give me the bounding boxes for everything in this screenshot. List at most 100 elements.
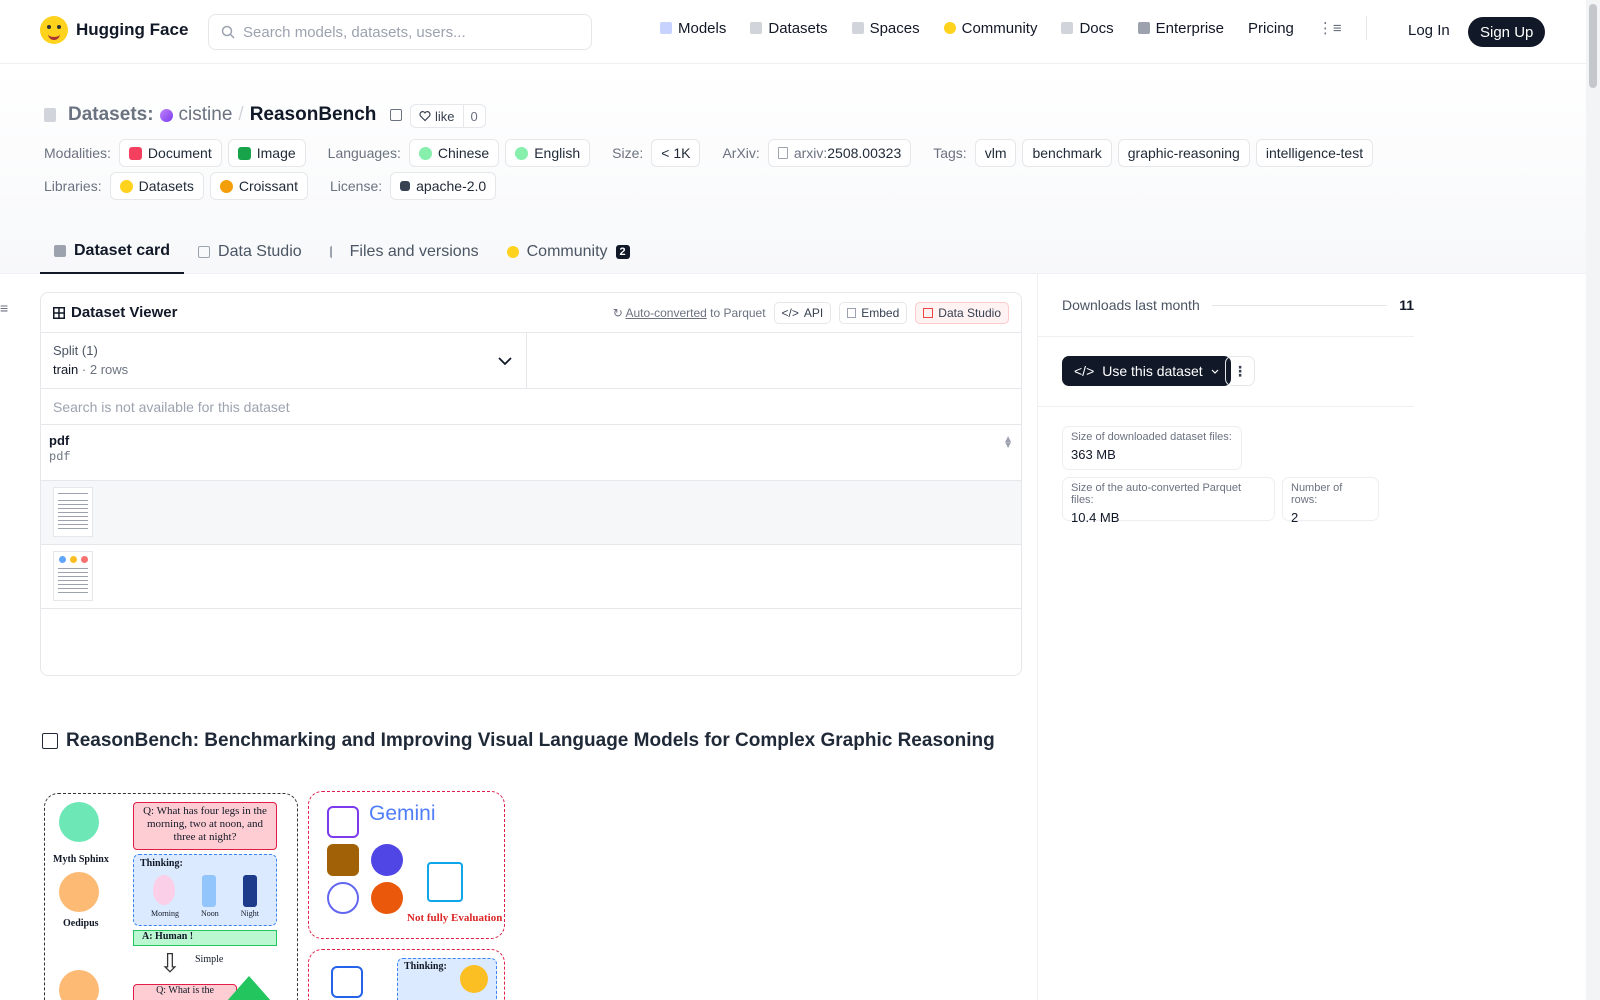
thinking-box-2: Thinking: [397,958,497,1000]
tab-data-studio-label: Data Studio [218,243,302,260]
copy-icon[interactable] [390,109,403,121]
use-this-dataset-button[interactable]: </> Use this dataset [1062,356,1231,386]
tab-data-studio[interactable]: Data Studio [184,230,316,274]
teaser-figure-bottom: Thinking: [308,949,505,1000]
table-row[interactable] [41,545,1021,609]
tab-files-versions-label: Files and versions [349,243,479,260]
page-scrollbar[interactable] [1586,0,1600,1000]
more-menu-icon[interactable]: ⋮≡ [1318,19,1342,37]
top-navbar: Hugging Face Search models, datasets, us… [0,0,1586,64]
login-link[interactable]: Log In [1408,22,1450,39]
language-english[interactable]: English [505,139,591,167]
tab-dataset-card[interactable]: Dataset card [40,230,185,274]
viewer-header: Dataset Viewer ↻ Auto-converted to Parqu… [41,293,1021,333]
modality-document[interactable]: Document [118,139,222,167]
modality-image[interactable]: Image [227,139,306,167]
split-value: train · 2 rows [53,362,514,377]
toc-toggle-icon[interactable]: ≡ [0,300,8,316]
repo-name[interactable]: ReasonBench [250,104,377,126]
pdf-thumbnail[interactable] [53,551,93,601]
hugging-face-logo-icon [40,16,68,44]
deepseek-logo-icon [371,844,403,876]
thinking-emoji-icon [460,965,488,993]
code-icon: </> [1074,363,1095,379]
library-datasets-label: Datasets [138,178,194,194]
auto-converted-link[interactable]: Auto-converted [625,306,706,320]
search-input[interactable]: Search models, datasets, users... [208,14,592,50]
nav-pricing[interactable]: Pricing [1248,20,1294,37]
breadcrumb: Datasets: cistine / ReasonBench [44,104,403,126]
breadcrumb-separator: / [238,104,244,125]
sidebar-rule [1038,336,1414,337]
table-red-icon [923,307,934,318]
embed-label: Embed [861,305,900,320]
community-icon [506,246,519,258]
embed-button[interactable]: Embed [839,301,908,324]
models-icon [660,22,672,34]
community-icon [943,22,956,34]
nav-spaces-label: Spaces [869,19,920,37]
files-icon [329,246,342,258]
arxiv-label: ArXiv: [722,145,760,161]
size-chip[interactable]: < 1K [651,139,701,167]
stat-download-size: Size of downloaded dataset files: 363 MB [1062,426,1242,470]
owner-avatar[interactable] [159,108,173,122]
sphinx-icon [59,802,99,842]
heart-icon [419,111,431,122]
like-label-wrap: like [411,105,464,127]
table-row[interactable] [41,481,1021,545]
nav-docs[interactable]: Docs [1061,19,1114,37]
library-croissant[interactable]: Croissant [209,172,308,200]
brand-logo[interactable]: Hugging Face [40,16,188,44]
more-options-icon[interactable]: ⋮ [1225,356,1255,386]
nav-spaces[interactable]: Spaces [851,19,920,37]
library-datasets[interactable]: Datasets [109,172,204,200]
nav-datasets[interactable]: Datasets [750,20,828,37]
license-value: apache-2.0 [416,178,487,194]
stat-label: Size of downloaded dataset files: [1071,431,1232,443]
sort-icon[interactable]: ▲ ▼ [1003,435,1013,451]
tag-graphic-reasoning[interactable]: graphic-reasoning [1117,139,1250,167]
arxiv-chip[interactable]: arxiv: 2508.00323 [767,139,912,167]
dataset-icon [44,108,56,122]
paper-icon [777,147,788,159]
teaser-figure-models: Gemini Not fully Evaluation [308,791,505,939]
license-label: License: [329,178,383,194]
nav-enterprise[interactable]: Enterprise [1137,20,1224,37]
like-count: 0 [470,108,478,124]
tab-community[interactable]: Community 2 [493,230,644,274]
datasets-icon [750,22,763,34]
thinking-label-2: Thinking: [404,961,447,972]
card-title: ReasonBench: Benchmarking and Improving … [66,730,995,751]
like-button[interactable]: like 0 [410,104,486,128]
language-chinese[interactable]: Chinese [408,139,500,167]
column-header-pdf[interactable]: pdf pdf ▲ ▼ [41,425,1021,481]
nav-pricing-label: Pricing [1248,19,1294,37]
data-studio-button[interactable]: Data Studio [915,301,1009,324]
card-heading: ReasonBench: Benchmarking and Improving … [42,730,995,752]
signup-button[interactable]: Sign Up [1468,17,1546,47]
tag-vlm[interactable]: vlm [974,139,1017,167]
owner-link[interactable]: cistine [179,104,233,126]
tags-label: Tags: [933,145,967,161]
hf-datasets-icon [119,179,133,193]
scrollbar-thumb[interactable] [1589,4,1597,88]
arxiv-prefix: arxiv: [793,145,828,161]
pdf-thumbnail[interactable] [53,487,93,537]
api-button[interactable]: </> API [773,301,832,324]
tag-intelligence-test[interactable]: intelligence-test [1255,139,1374,167]
tag-row-1: Modalities: Document Image Languages: Ch… [44,139,1374,167]
nav-community[interactable]: Community [943,20,1037,37]
library-croissant-label: Croissant [238,178,298,194]
downloads-sparkline [1211,304,1388,306]
elder-icon [242,875,257,907]
nav-models[interactable]: Models [660,20,726,37]
auto-converted-note[interactable]: ↻ Auto-converted to Parquet [613,306,766,320]
license-chip[interactable]: apache-2.0 [390,172,497,200]
tab-files-versions[interactable]: Files and versions [316,230,493,274]
like-label: like [435,108,455,124]
split-selector[interactable]: Split (1) train · 2 rows [41,333,527,388]
nav-docs-label: Docs [1079,19,1114,37]
tag-benchmark[interactable]: benchmark [1022,139,1112,167]
teaser-figure-left: Myth Sphinx Oedipus Q: What has four leg… [44,793,298,1000]
